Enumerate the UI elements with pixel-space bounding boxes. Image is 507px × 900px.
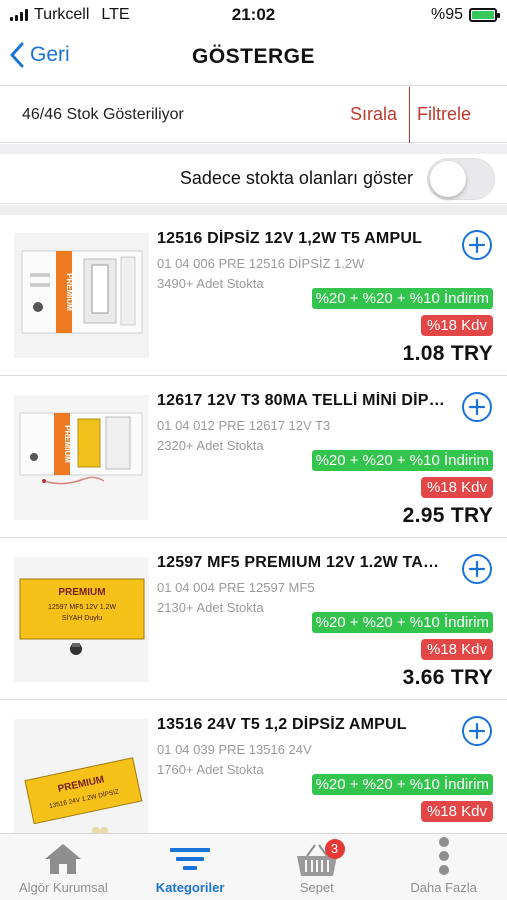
product-name: 13516 24V T5 1,2 DİPSİZ AMPUL — [157, 716, 407, 733]
svg-text:PREMIUM: PREMIUM — [65, 273, 74, 311]
tab-algor-kurumsal[interactable]: Algör Kurumsal — [0, 834, 127, 900]
status-right: %95 — [430, 6, 500, 24]
product-code: 01 04 004 PRE 12597 MF5 — [157, 580, 315, 595]
svg-text:PREMIUM: PREMIUM — [58, 587, 105, 598]
page-title: GÖSTERGE — [191, 45, 316, 68]
product-row[interactable]: PREMIUM 12516 DİPSİZ 12V 1,2W T5 AMPUL 0… — [0, 215, 507, 376]
product-row[interactable]: PREMIUM 13516 24V 1.2W DİPSİZ 13516 24V … — [0, 701, 507, 833]
tab-label: Sepet — [299, 880, 334, 895]
product-stock: 3490+ Adet Stokta — [157, 276, 264, 291]
add-to-cart-plus-icon[interactable] — [461, 715, 493, 747]
svg-text:12597 MF5 12V 1.2W: 12597 MF5 12V 1.2W — [48, 604, 116, 611]
discount-badge: %20 + %20 + %10 İndirim — [311, 450, 493, 471]
tab-daha-fazla[interactable]: Daha Fazla — [380, 834, 507, 900]
home-icon — [45, 844, 82, 874]
product-code: 01 04 039 PRE 13516 24V — [157, 742, 312, 757]
product-image: PREMIUM — [14, 233, 149, 358]
vat-badge: %18 Kdv — [420, 801, 493, 822]
vat-badge: %18 Kdv — [420, 639, 493, 660]
nav-bar: Geri GÖSTERGE — [0, 30, 507, 86]
product-stock: 1760+ Adet Stokta — [157, 762, 264, 777]
stock-toolbar: 46/46 Stok Gösteriliyor Sırala Filtrele — [0, 87, 507, 143]
status-bar: Turkcell LTE 21:02 %95 — [0, 0, 507, 30]
in-stock-filter-row: Sadece stokta olanları göster — [0, 154, 507, 204]
toolbar-divider — [409, 87, 410, 143]
product-list: PREMIUM 12516 DİPSİZ 12V 1,2W T5 AMPUL 0… — [0, 215, 507, 833]
vat-badge: %18 Kdv — [420, 315, 493, 336]
toggle-knob — [430, 160, 466, 197]
battery-icon — [469, 8, 500, 22]
svg-text:SİYAH Duylu: SİYAH Duylu — [62, 613, 102, 622]
tab-label: Kategoriler — [155, 880, 225, 895]
discount-badge: %20 + %20 + %10 İndirim — [311, 612, 493, 633]
discount-badge: %20 + %20 + %10 İndirim — [311, 288, 493, 309]
product-code: 01 04 006 PRE 12516 DİPSİZ 1.2W — [157, 256, 365, 271]
product-price: 3.66 TRY — [402, 666, 493, 689]
product-row[interactable]: PREMIUM 12617 12V T3 80MA TELLİ MİNİ DİP… — [0, 377, 507, 538]
product-image: PREMIUM — [14, 395, 149, 520]
cart-count-badge: 3 — [324, 839, 345, 859]
filter-lines-icon — [170, 848, 211, 870]
filter-button[interactable]: Filtrele — [417, 104, 471, 125]
svg-text:PREMIUM: PREMIUM — [63, 425, 72, 463]
add-to-cart-plus-icon[interactable] — [461, 229, 493, 261]
product-name: 12516 DİPSİZ 12V 1,2W T5 AMPUL — [157, 230, 423, 247]
product-image: PREMIUM 13516 24V 1.2W DİPSİZ — [14, 719, 149, 833]
add-to-cart-plus-icon[interactable] — [461, 391, 493, 423]
tab-label: Daha Fazla — [410, 880, 477, 895]
more-dots-icon — [438, 837, 449, 875]
product-code: 01 04 012 PRE 12617 12V T3 — [157, 418, 331, 433]
tab-kategoriler[interactable]: Kategoriler — [127, 834, 254, 900]
in-stock-toggle-label: Sadece stokta olanları göster — [179, 168, 413, 188]
product-stock: 2130+ Adet Stokta — [157, 600, 264, 615]
product-price: 2.95 TRY — [402, 504, 493, 527]
in-stock-toggle[interactable] — [427, 157, 495, 200]
battery-percent: %95 — [430, 6, 463, 23]
vat-badge: %18 Kdv — [420, 477, 493, 498]
product-stock: 2320+ Adet Stokta — [157, 438, 264, 453]
tab-label: Algör Kurumsal — [18, 880, 108, 895]
product-name: 12597 MF5 PREMIUM 12V 1.2W TAKMA — [157, 554, 449, 571]
product-name: 12617 12V T3 80MA TELLİ MİNİ DİPSİZ — [157, 392, 449, 409]
section-gap — [0, 205, 507, 215]
sort-button[interactable]: Sırala — [350, 104, 397, 125]
product-image: PREMIUM 12597 MF5 12V 1.2W SİYAH Duylu — [14, 557, 149, 682]
product-price: 1.08 TRY — [402, 342, 493, 365]
stock-count: 46/46 Stok Gösteriliyor — [22, 105, 184, 123]
discount-badge: %20 + %20 + %10 İndirim — [311, 774, 493, 795]
product-row[interactable]: PREMIUM 12597 MF5 12V 1.2W SİYAH Duylu 1… — [0, 539, 507, 700]
section-gap — [0, 144, 507, 154]
tab-sepet[interactable]: 3 Sepet — [254, 834, 381, 900]
add-to-cart-plus-icon[interactable] — [461, 553, 493, 585]
tab-bar: Algör Kurumsal Kategoriler 3 Sepet Daha … — [0, 833, 507, 900]
